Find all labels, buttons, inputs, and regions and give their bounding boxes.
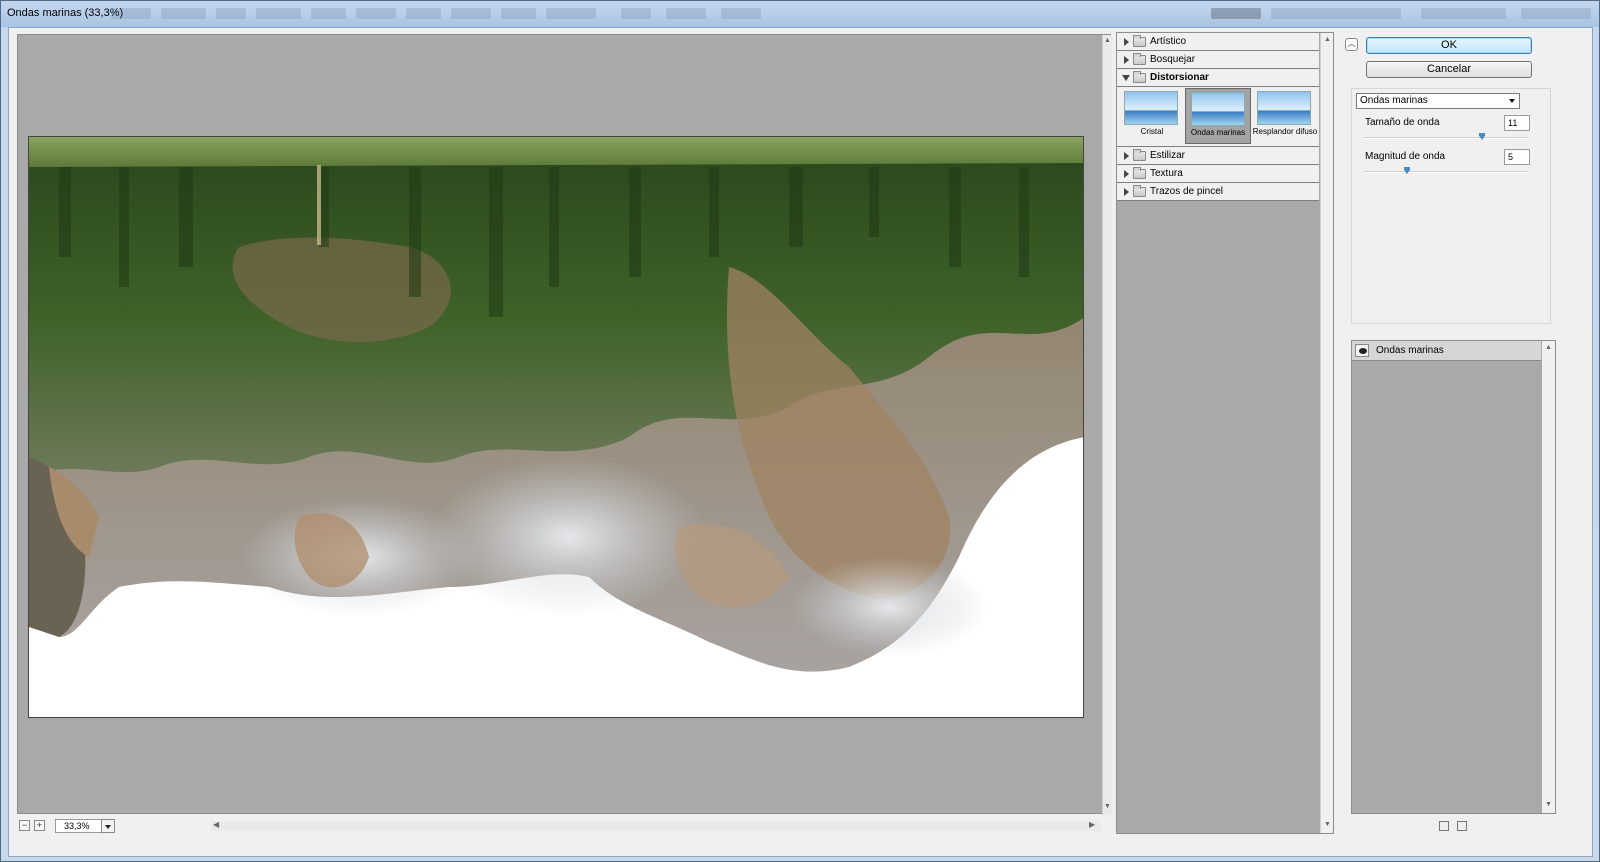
settings-panel: ︿ OK Cancelar Ondas marinas Tamaño de on… bbox=[1341, 28, 1593, 858]
folder-icon bbox=[1133, 185, 1146, 197]
filter-list-panel: Artístico Bosquejar Distorsionar Cristal bbox=[1116, 32, 1334, 834]
folder-open-icon bbox=[1133, 71, 1146, 83]
scroll-down-icon[interactable]: ▼ bbox=[1324, 821, 1331, 828]
delete-effect-layer-icon[interactable] bbox=[1457, 821, 1467, 831]
scroll-right-icon[interactable]: ▶ bbox=[1089, 820, 1095, 829]
zoom-out-button[interactable]: − bbox=[19, 820, 30, 831]
slider-handle[interactable] bbox=[1404, 167, 1410, 174]
scroll-up-icon[interactable]: ▲ bbox=[1104, 37, 1111, 44]
effect-layer-item[interactable]: Ondas marinas bbox=[1352, 341, 1541, 361]
expand-triangle-icon[interactable] bbox=[1124, 188, 1129, 196]
expand-triangle-icon[interactable] bbox=[1124, 170, 1129, 178]
preview-image bbox=[28, 136, 1084, 718]
filter-thumbnails: Cristal Ondas marinas Resplandor difuso bbox=[1117, 87, 1319, 147]
filter-category-estilizar[interactable]: Estilizar bbox=[1117, 147, 1319, 165]
filter-preview-thumbnail bbox=[1191, 92, 1245, 126]
filter-preview-thumbnail bbox=[1257, 91, 1311, 125]
filter-category-textura[interactable]: Textura bbox=[1117, 165, 1319, 183]
wave-magnitude-label: Magnitud de onda bbox=[1365, 151, 1446, 162]
thumb-label: Resplandor difuso bbox=[1252, 127, 1318, 136]
layers-scrollbar[interactable]: ▲ ▼ bbox=[1542, 341, 1555, 813]
filter-thumb-ondas-marinas[interactable]: Ondas marinas bbox=[1185, 88, 1251, 144]
category-label: Trazos de pincel bbox=[1150, 186, 1223, 197]
cancel-button[interactable]: Cancelar bbox=[1366, 61, 1532, 78]
preview-area[interactable]: ▲ ▼ bbox=[17, 34, 1112, 815]
wave-size-slider[interactable] bbox=[1364, 133, 1529, 140]
scroll-up-icon[interactable]: ▲ bbox=[1545, 344, 1552, 351]
scroll-down-icon[interactable]: ▼ bbox=[1545, 801, 1552, 808]
filter-category-trazos-de-pincel[interactable]: Trazos de pincel bbox=[1117, 183, 1319, 201]
wave-size-label: Tamaño de onda bbox=[1365, 117, 1440, 128]
filter-select[interactable]: Ondas marinas bbox=[1356, 93, 1520, 109]
window-title: Ondas marinas (33,3%) bbox=[7, 7, 124, 19]
effect-layers-panel: Ondas marinas ▲ ▼ bbox=[1351, 340, 1556, 814]
scroll-up-icon[interactable]: ▲ bbox=[1324, 36, 1331, 43]
dialog-client: ▲ ▼ − + 33,3% ◀ ▶ Artístico Bosquejar Di… bbox=[8, 27, 1593, 857]
filter-category-artistico[interactable]: Artístico bbox=[1117, 33, 1319, 51]
filter-list-scrollbar[interactable]: ▲ ▼ bbox=[1320, 33, 1333, 833]
zoom-in-button[interactable]: + bbox=[34, 820, 45, 831]
expand-triangle-icon[interactable] bbox=[1124, 56, 1129, 64]
preview-horizontal-scrollbar[interactable]: ◀ ▶ bbox=[211, 820, 1101, 831]
zoom-dropdown-button[interactable] bbox=[101, 819, 115, 833]
wave-magnitude-input[interactable]: 5 bbox=[1504, 149, 1530, 165]
new-effect-layer-icon[interactable] bbox=[1439, 821, 1449, 831]
expand-triangle-icon[interactable] bbox=[1124, 38, 1129, 46]
category-label: Bosquejar bbox=[1150, 54, 1196, 65]
wave-size-input[interactable]: 11 bbox=[1504, 115, 1530, 131]
effect-layer-label: Ondas marinas bbox=[1376, 345, 1444, 356]
title-bar: Ondas marinas (33,3%) bbox=[1, 1, 1599, 27]
slider-handle[interactable] bbox=[1479, 133, 1485, 140]
preview-vertical-scrollbar[interactable]: ▲ ▼ bbox=[1102, 35, 1112, 815]
filter-parameters: Ondas marinas Tamaño de onda 11 Magnitud… bbox=[1351, 88, 1551, 324]
folder-icon bbox=[1133, 149, 1146, 161]
category-label: Distorsionar bbox=[1150, 72, 1209, 83]
collapse-triangle-icon[interactable] bbox=[1122, 75, 1130, 81]
category-label: Estilizar bbox=[1150, 150, 1186, 161]
folder-icon bbox=[1133, 167, 1146, 179]
thumb-label: Ondas marinas bbox=[1190, 128, 1246, 137]
filter-gallery-window: Ondas marinas (33,3%) ▲ ▼ − + 33,3% ◀ ▶ … bbox=[0, 0, 1600, 862]
category-label: Textura bbox=[1150, 168, 1183, 179]
filter-preview-thumbnail bbox=[1124, 91, 1178, 125]
filter-thumb-resplandor-difuso[interactable]: Resplandor difuso bbox=[1252, 88, 1318, 144]
ok-button[interactable]: OK bbox=[1366, 37, 1532, 54]
category-label: Artístico bbox=[1150, 36, 1187, 47]
folder-icon bbox=[1133, 53, 1146, 65]
zoom-level-field[interactable]: 33,3% bbox=[55, 819, 105, 833]
scroll-down-icon[interactable]: ▼ bbox=[1104, 803, 1111, 810]
collapse-panel-icon[interactable]: ︿ bbox=[1345, 38, 1358, 51]
thumb-label: Cristal bbox=[1140, 127, 1164, 136]
visibility-eye-icon[interactable] bbox=[1355, 344, 1369, 357]
wave-magnitude-slider[interactable] bbox=[1364, 167, 1529, 174]
filter-thumb-cristal[interactable]: Cristal bbox=[1119, 88, 1185, 144]
preview-status-bar: − + 33,3% ◀ ▶ bbox=[17, 818, 1111, 836]
filter-category-bosquejar[interactable]: Bosquejar bbox=[1117, 51, 1319, 69]
scroll-left-icon[interactable]: ◀ bbox=[213, 820, 219, 829]
folder-icon bbox=[1133, 35, 1146, 47]
filter-category-distorsionar[interactable]: Distorsionar bbox=[1117, 69, 1319, 87]
expand-triangle-icon[interactable] bbox=[1124, 152, 1129, 160]
